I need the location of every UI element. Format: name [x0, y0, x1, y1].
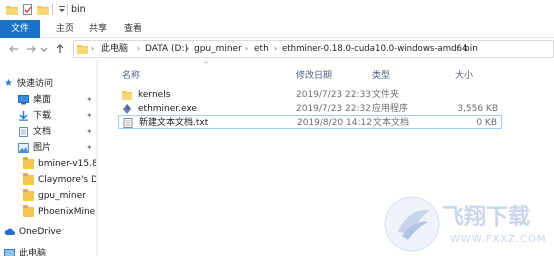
nav-item-onedrive[interactable]: OneDrive: [0, 224, 96, 240]
watermark-text: 飞翔下载: [442, 204, 530, 230]
file-name: 新建文本文档.txt: [139, 118, 209, 128]
navigation-pane: ★ 快速访问 桌面 ✦ 下载 ✦ 文档 ✦ 图片 ✦ bminer-v15.8.…: [0, 60, 98, 256]
nav-item-label: 文档: [33, 127, 52, 137]
breadcrumb-gpu-miner[interactable]: gpu_miner: [194, 41, 242, 57]
folder-icon: [77, 44, 88, 54]
navigation-bar: › 此电脑 › DATA (D:) › gpu_miner › eth › et…: [0, 38, 554, 60]
chevron-right-icon: ›: [274, 44, 278, 53]
window-title: bin: [71, 4, 86, 15]
file-size: 0 KB: [476, 118, 497, 128]
file-type: 文本文档: [373, 118, 410, 128]
title-bar: bin: [0, 0, 554, 20]
nav-item-this-pc[interactable]: 此电脑: [0, 246, 96, 256]
folder-icon: [23, 189, 34, 201]
toolbar-separator: [52, 4, 53, 15]
nav-item-label: Claymore's Dua: [38, 175, 98, 185]
folder-icon: [23, 173, 34, 185]
watermark-url: WWW.FXXZ.COM: [450, 234, 547, 245]
watermark-logo: 飞翔下载 WWW.FXXZ.COM: [384, 196, 547, 252]
pin-icon: ✦: [86, 127, 93, 136]
nav-item-gpu-miner[interactable]: gpu_miner: [0, 188, 96, 204]
forward-arrow-icon[interactable]: [25, 43, 37, 55]
picture-icon: [18, 143, 29, 153]
download-icon: [18, 111, 29, 121]
column-header-name[interactable]: 名称: [122, 68, 140, 81]
chevron-right-icon: ›: [245, 44, 249, 53]
pin-icon: ✦: [86, 111, 93, 120]
nav-item-bminer[interactable]: bminer-v15.8.2-: [0, 156, 98, 172]
star-icon: ★: [4, 78, 13, 89]
chevron-right-icon: ›: [91, 44, 95, 53]
column-header-date[interactable]: 修改日期: [296, 68, 332, 81]
nav-item-documents[interactable]: 文档 ✦: [0, 124, 96, 140]
exe-icon: [122, 104, 132, 114]
file-size: 3,556 KB: [457, 104, 498, 114]
breadcrumb-data-drive[interactable]: DATA (D:): [145, 41, 188, 57]
new-folder-icon[interactable]: [37, 4, 49, 15]
file-row[interactable]: kernels 2019/7/23 22:33 文件夹: [118, 88, 502, 102]
file-row-selected[interactable]: 新建文本文档.txt 2019/8/20 14:12 文本文档 0 KB: [118, 115, 502, 129]
nav-item-label: OneDrive: [19, 227, 62, 237]
cloud-icon: [4, 227, 15, 237]
nav-item-desktop[interactable]: 桌面 ✦: [0, 92, 96, 108]
folder-icon: [23, 157, 34, 169]
breadcrumb-bin[interactable]: bin: [464, 41, 478, 57]
breadcrumb-eth[interactable]: eth: [254, 41, 269, 57]
nav-item-label: gpu_miner: [38, 191, 86, 201]
text-file-icon: [123, 118, 133, 128]
document-icon: [18, 127, 29, 137]
up-arrow-icon[interactable]: [54, 43, 66, 55]
computer-icon: [4, 249, 15, 256]
nav-item-label: 此电脑: [19, 249, 47, 256]
nav-item-quick-access[interactable]: ★ 快速访问: [0, 76, 96, 92]
ribbon: 文件 主页 共享 查看: [0, 20, 554, 38]
toolbar-separator: [67, 4, 68, 15]
nav-item-label: 下载: [33, 111, 52, 121]
folder-icon: [23, 205, 34, 217]
chevron-right-icon: ›: [137, 44, 141, 53]
file-name: ethminer.exe: [138, 104, 197, 114]
nav-item-label: 图片: [33, 143, 52, 153]
nav-item-pictures[interactable]: 图片 ✦: [0, 140, 96, 156]
address-bar[interactable]: › 此电脑 › DATA (D:) › gpu_miner › eth › et…: [73, 40, 554, 58]
column-header-size[interactable]: 大小: [455, 68, 473, 81]
nav-item-downloads[interactable]: 下载 ✦: [0, 108, 96, 124]
sort-chevron-up-icon: ^: [203, 61, 209, 69]
file-date: 2019/7/23 22:33: [296, 90, 371, 100]
nav-item-claymore[interactable]: Claymore's Dua: [0, 172, 98, 188]
watermark: 飞翔下载 WWW.FXXZ.COM: [380, 190, 554, 256]
breadcrumb-this-pc[interactable]: 此电脑: [101, 41, 128, 57]
folder-icon: [6, 4, 18, 15]
pin-icon: ✦: [86, 95, 93, 104]
tab-home[interactable]: 主页: [48, 20, 82, 38]
file-date: 2019/7/23 22:32: [296, 104, 371, 114]
file-row[interactable]: ethminer.exe 2019/7/23 22:32 应用程序 3,556 …: [118, 102, 502, 116]
chevron-right-icon: ›: [186, 44, 190, 53]
properties-icon[interactable]: [22, 4, 34, 15]
nav-item-label: bminer-v15.8.2-: [38, 159, 98, 169]
tab-view[interactable]: 查看: [116, 20, 150, 38]
pin-icon: ✦: [86, 143, 93, 152]
file-type: 应用程序: [372, 104, 409, 114]
back-arrow-icon[interactable]: [8, 43, 20, 55]
column-header-type[interactable]: 类型: [372, 68, 390, 81]
breadcrumb-ethminer-folder[interactable]: ethminer-0.18.0-cuda10.0-windows-amd64: [282, 41, 467, 57]
tab-file[interactable]: 文件: [0, 20, 40, 38]
tab-share[interactable]: 共享: [81, 20, 115, 38]
file-name: kernels: [138, 90, 171, 100]
nav-item-label: 快速访问: [17, 79, 54, 89]
nav-item-label: 桌面: [33, 95, 52, 105]
file-type: 文件夹: [372, 90, 400, 100]
chevron-right-icon: ›: [456, 44, 460, 53]
folder-icon: [122, 90, 132, 100]
nav-item-label: PhoenixMiner_4: [38, 207, 98, 217]
file-date: 2019/8/20 14:12: [297, 118, 372, 128]
recent-locations-chevron-icon[interactable]: [40, 43, 48, 55]
desktop-icon: [18, 95, 29, 105]
nav-item-phoenixminer[interactable]: PhoenixMiner_4: [0, 204, 98, 220]
